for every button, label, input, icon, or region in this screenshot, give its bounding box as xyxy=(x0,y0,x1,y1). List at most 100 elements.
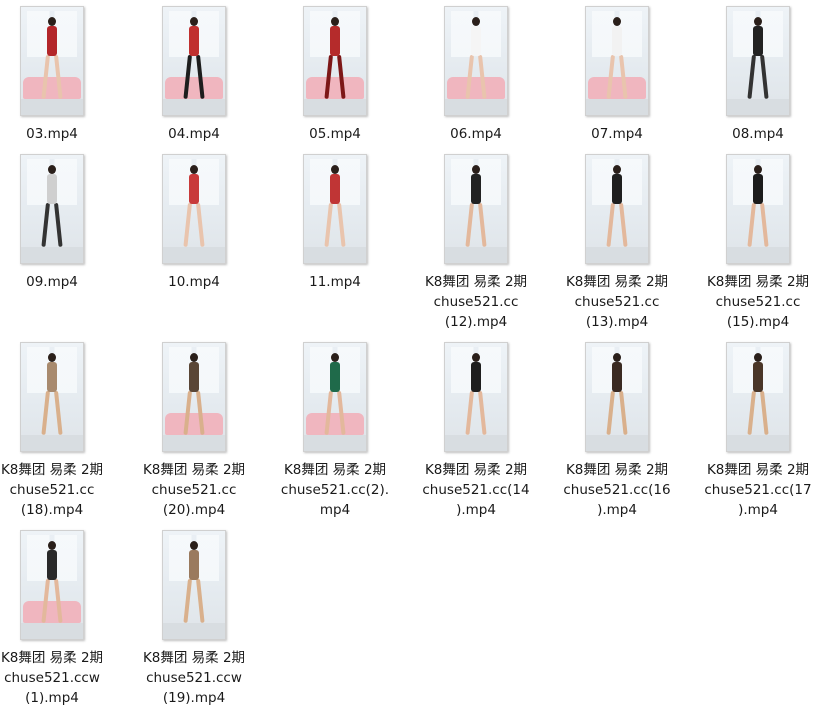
figure-outfit xyxy=(612,174,622,204)
video-thumbnail[interactable] xyxy=(20,530,84,640)
figure-leg-right xyxy=(619,390,628,435)
thumbnail-floor xyxy=(304,435,366,451)
file-name-label: K8舞团 易柔 2期 chuse521.ccw (19).mp4 xyxy=(142,650,246,706)
file-name-label: 09.mp4 xyxy=(26,274,78,290)
figure-outfit xyxy=(612,362,622,392)
file-grid: 03.mp4 04.mp4 05.mp4 06.mp4 07.mp4 08.mp4 09.m… xyxy=(0,0,834,713)
figure-outfit xyxy=(330,26,340,56)
file-item[interactable]: K8舞团 易柔 2期 chuse521.ccw (19).mp4 xyxy=(129,526,259,708)
thumbnail-figure xyxy=(606,17,628,101)
thumbnail-floor xyxy=(21,623,83,639)
file-item[interactable]: K8舞团 易柔 2期 chuse521.ccw (1).mp4 xyxy=(0,526,117,708)
file-item[interactable]: 09.mp4 xyxy=(0,150,117,292)
video-thumbnail[interactable] xyxy=(303,6,367,116)
file-item[interactable]: K8舞团 易柔 2期 chuse521.cc(17 ).mp4 xyxy=(693,338,823,520)
thumbnail-figure xyxy=(465,17,487,101)
figure-leg-right xyxy=(619,202,628,247)
thumbnail-floor xyxy=(727,99,789,115)
file-item[interactable]: 03.mp4 xyxy=(0,2,117,144)
figure-leg-right xyxy=(760,202,769,247)
figure-head xyxy=(754,17,762,26)
file-item[interactable]: 07.mp4 xyxy=(552,2,682,144)
figure-head xyxy=(190,353,198,362)
figure-leg-right xyxy=(478,202,487,247)
figure-outfit xyxy=(47,362,57,392)
figure-leg-left xyxy=(41,390,50,435)
thumbnail-floor xyxy=(445,247,507,263)
figure-head xyxy=(613,17,621,26)
file-item[interactable]: K8舞团 易柔 2期 chuse521.cc (12).mp4 xyxy=(411,150,541,332)
video-thumbnail[interactable] xyxy=(585,6,649,116)
thumbnail-figure xyxy=(606,353,628,437)
file-name-label: K8舞团 易柔 2期 chuse521.cc (15).mp4 xyxy=(706,274,810,330)
video-thumbnail[interactable] xyxy=(162,342,226,452)
thumbnail-figure xyxy=(41,17,63,101)
file-item[interactable]: 04.mp4 xyxy=(129,2,259,144)
thumbnail-floor xyxy=(163,247,225,263)
video-thumbnail[interactable] xyxy=(585,342,649,452)
thumbnail-floor xyxy=(586,247,648,263)
file-name-label: 11.mp4 xyxy=(309,274,361,290)
file-item[interactable]: 10.mp4 xyxy=(129,150,259,292)
figure-outfit xyxy=(47,174,57,204)
thumbnail-floor xyxy=(21,435,83,451)
video-thumbnail[interactable] xyxy=(303,342,367,452)
file-name-label: K8舞团 易柔 2期 chuse521.ccw (1).mp4 xyxy=(0,650,104,706)
file-item[interactable]: 06.mp4 xyxy=(411,2,541,144)
thumbnail-floor xyxy=(586,435,648,451)
figure-outfit xyxy=(189,362,199,392)
video-thumbnail[interactable] xyxy=(444,342,508,452)
video-thumbnail[interactable] xyxy=(20,342,84,452)
video-thumbnail[interactable] xyxy=(726,342,790,452)
figure-leg-left xyxy=(183,578,192,623)
thumbnail-figure xyxy=(747,17,769,101)
figure-head xyxy=(48,541,56,550)
figure-leg-right xyxy=(337,202,346,247)
figure-leg-right xyxy=(478,390,487,435)
video-thumbnail[interactable] xyxy=(444,6,508,116)
video-thumbnail[interactable] xyxy=(444,154,508,264)
figure-leg-left xyxy=(41,54,50,99)
file-name-label: K8舞团 易柔 2期 chuse521.cc(16 ).mp4 xyxy=(563,462,671,518)
figure-leg-left xyxy=(183,390,192,435)
thumbnail-floor xyxy=(163,99,225,115)
figure-leg-left xyxy=(606,390,615,435)
file-name-label: 04.mp4 xyxy=(168,126,220,142)
thumbnail-figure xyxy=(183,165,205,249)
figure-outfit xyxy=(753,26,763,56)
video-thumbnail[interactable] xyxy=(726,154,790,264)
video-thumbnail[interactable] xyxy=(726,6,790,116)
figure-leg-left xyxy=(41,578,50,623)
file-item[interactable]: K8舞团 易柔 2期 chuse521.cc(16 ).mp4 xyxy=(552,338,682,520)
thumbnail-floor xyxy=(304,247,366,263)
video-thumbnail[interactable] xyxy=(162,154,226,264)
file-item[interactable]: 05.mp4 xyxy=(270,2,400,144)
figure-head xyxy=(190,17,198,26)
thumbnail-figure xyxy=(183,541,205,625)
video-thumbnail[interactable] xyxy=(585,154,649,264)
file-item[interactable]: K8舞团 易柔 2期 chuse521.cc (15).mp4 xyxy=(693,150,823,332)
video-thumbnail[interactable] xyxy=(303,154,367,264)
file-item[interactable]: K8舞团 易柔 2期 chuse521.cc(2). mp4 xyxy=(270,338,400,520)
file-item[interactable]: K8舞团 易柔 2期 chuse521.cc(14 ).mp4 xyxy=(411,338,541,520)
figure-head xyxy=(613,165,621,174)
video-thumbnail[interactable] xyxy=(162,530,226,640)
file-name-label: K8舞团 易柔 2期 chuse521.cc(14 ).mp4 xyxy=(422,462,530,518)
figure-head xyxy=(331,165,339,174)
file-item[interactable]: K8舞团 易柔 2期 chuse521.cc (20).mp4 xyxy=(129,338,259,520)
figure-head xyxy=(331,353,339,362)
video-thumbnail[interactable] xyxy=(20,154,84,264)
file-item[interactable]: K8舞团 易柔 2期 chuse521.cc (13).mp4 xyxy=(552,150,682,332)
file-item[interactable]: K8舞团 易柔 2期 chuse521.cc (18).mp4 xyxy=(0,338,117,520)
figure-head xyxy=(331,17,339,26)
thumbnail-figure xyxy=(465,353,487,437)
figure-leg-right xyxy=(196,202,205,247)
figure-outfit xyxy=(189,550,199,580)
figure-outfit xyxy=(330,174,340,204)
file-item[interactable]: 08.mp4 xyxy=(693,2,823,144)
video-thumbnail[interactable] xyxy=(162,6,226,116)
file-name-label: 07.mp4 xyxy=(591,126,643,142)
figure-head xyxy=(190,165,198,174)
file-item[interactable]: 11.mp4 xyxy=(270,150,400,292)
video-thumbnail[interactable] xyxy=(20,6,84,116)
